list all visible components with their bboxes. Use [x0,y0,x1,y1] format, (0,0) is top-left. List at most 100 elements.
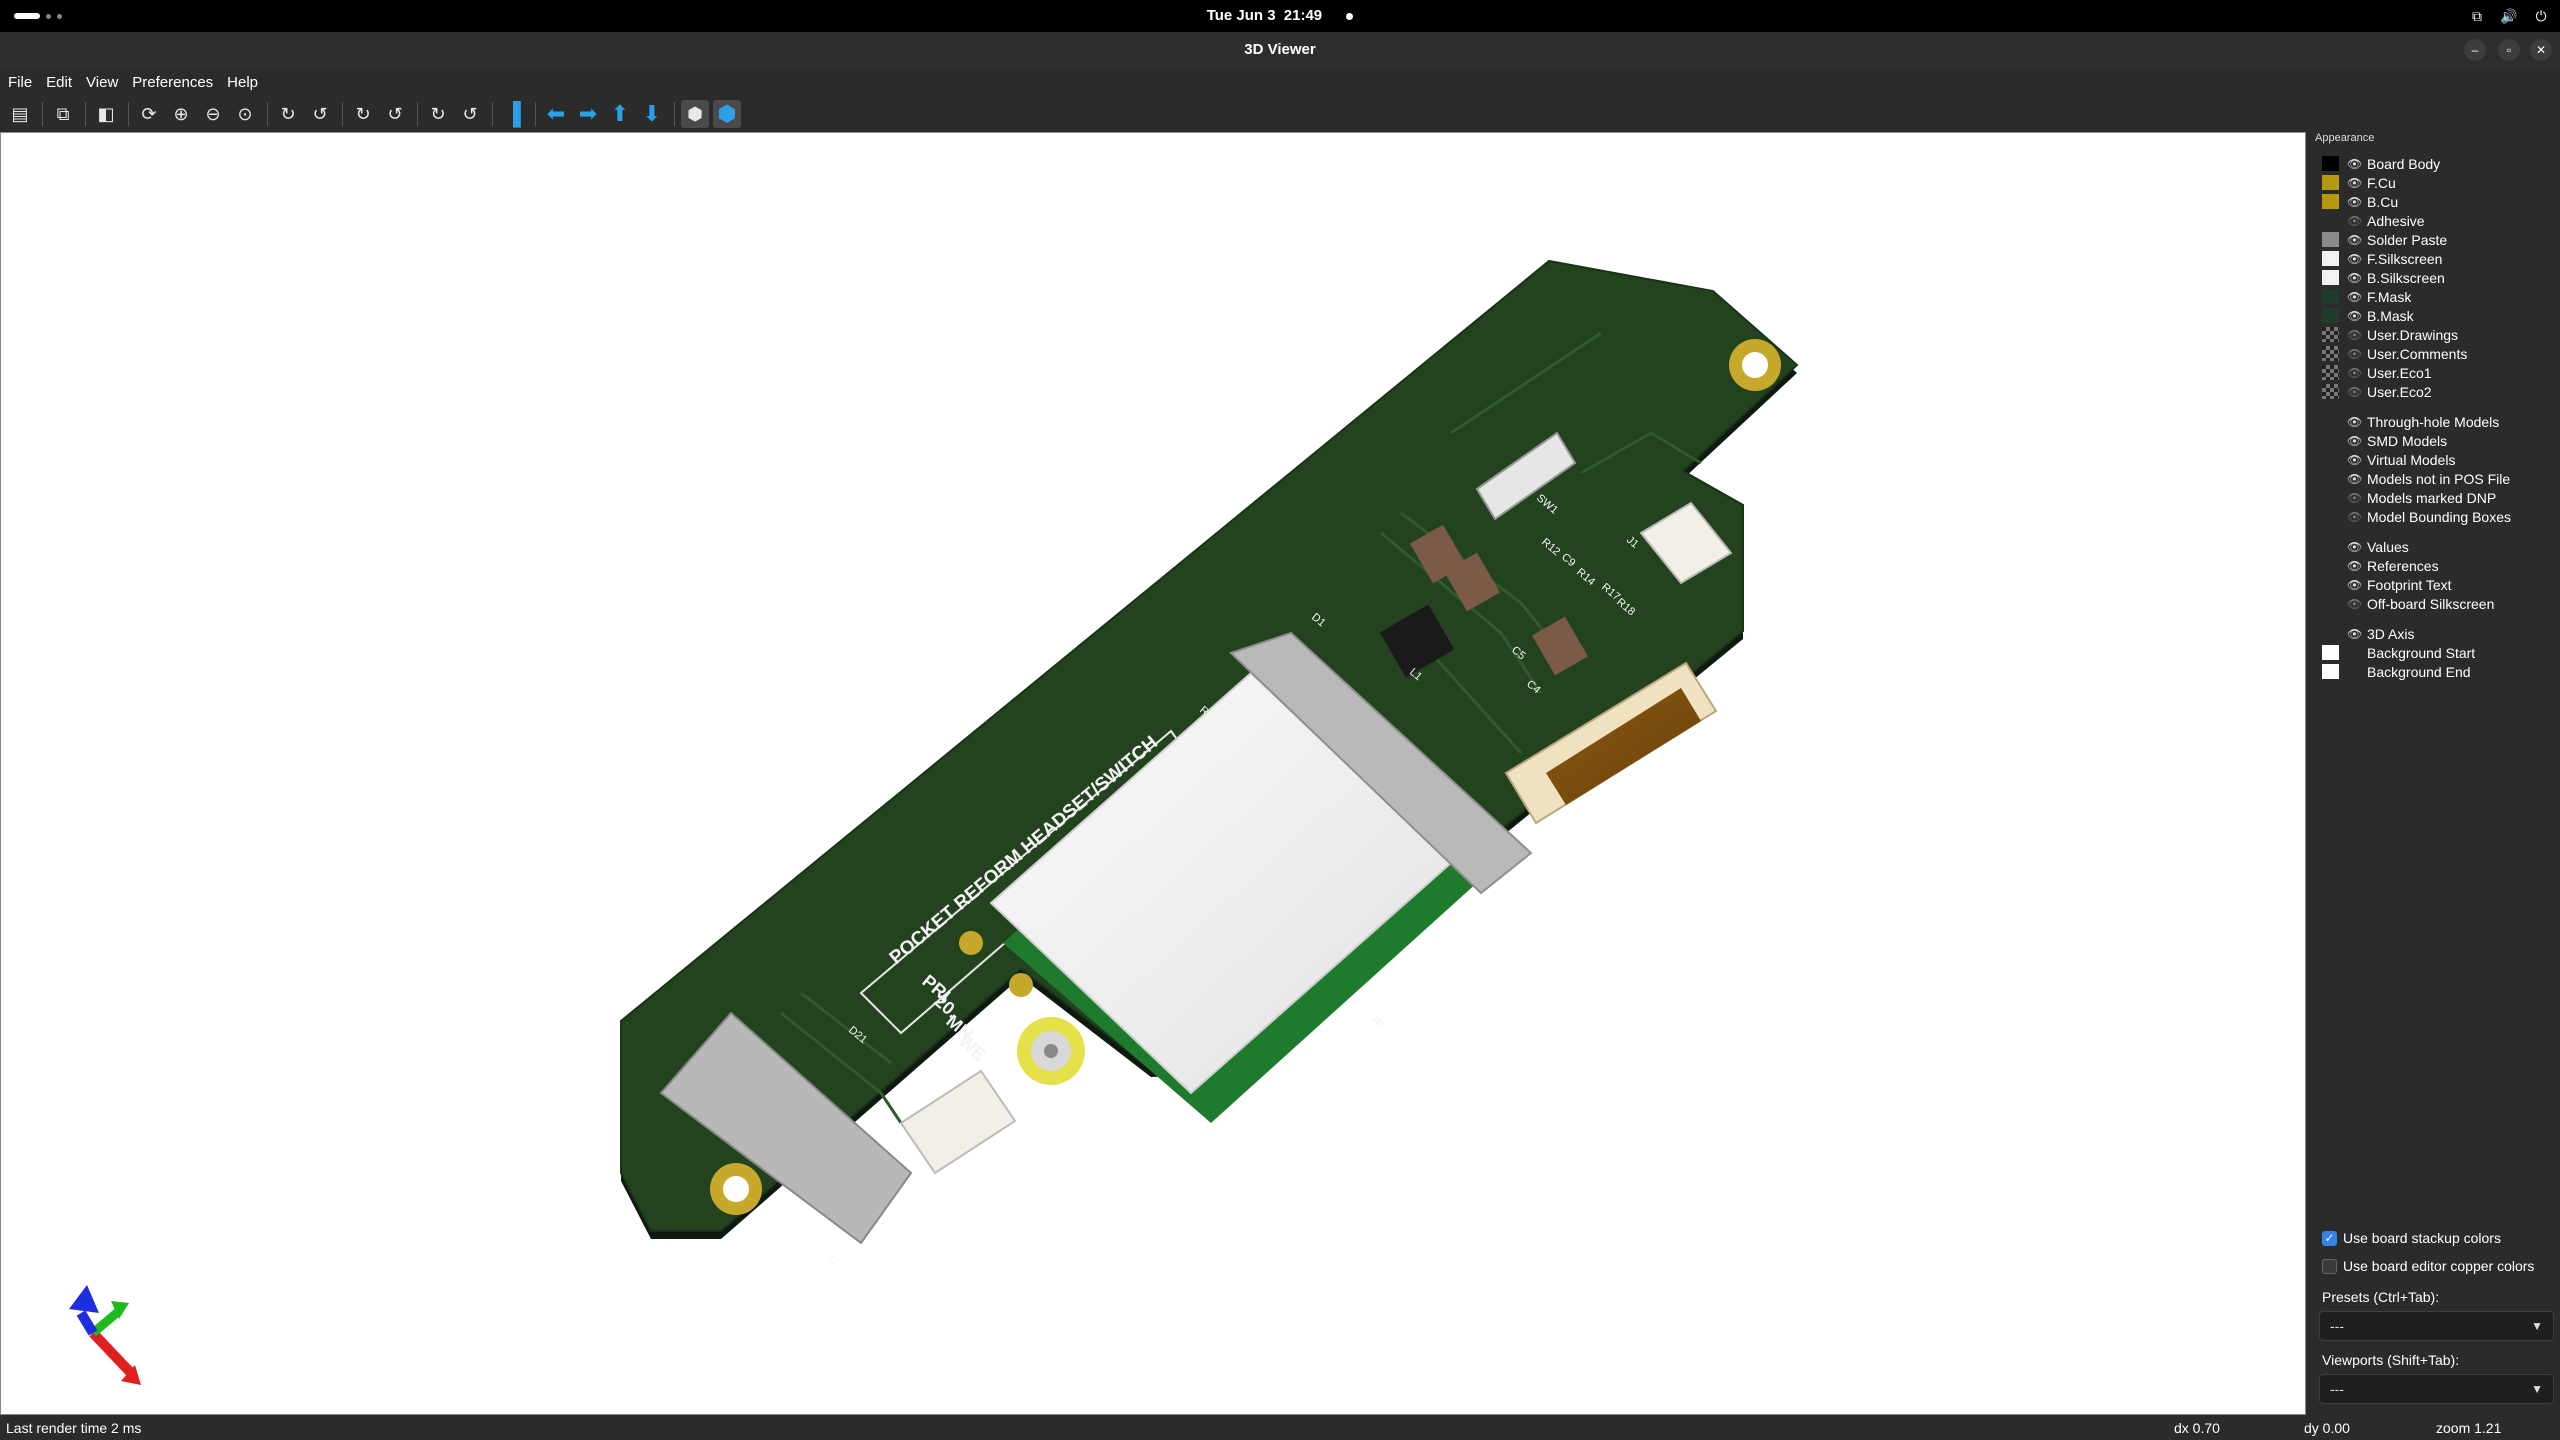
eye-hidden-icon[interactable]: 👁 [2347,214,2362,228]
layer-row[interactable]: 👁 User.Comments [2322,344,2467,363]
eye-hidden-icon[interactable]: 👁 [2347,366,2362,380]
eye-icon[interactable]: 👁 [2347,309,2362,323]
minimize-button[interactable]: – [2464,39,2486,61]
layer-row[interactable]: 👁 F.Cu [2322,173,2396,192]
eye-icon[interactable]: 👁 [2347,453,2362,467]
layer-color-swatch[interactable] [2322,289,2339,304]
eye-hidden-icon[interactable]: 👁 [2347,385,2362,399]
layer-row[interactable]: 👁 B.Mask [2322,306,2414,325]
layer-row[interactable]: 👁 Board Body [2322,154,2440,173]
model-row[interactable]: 👁 Virtual Models [2322,450,2455,469]
use-editor-copper-checkbox[interactable] [2322,1258,2337,1274]
orthographic-icon[interactable]: ⬢ [681,100,709,128]
misc-row[interactable]: 👁 3D Axis [2322,624,2414,643]
rotate-x-ccw-icon[interactable]: ↺ [306,100,334,128]
misc-row[interactable]: Background End [2322,662,2471,681]
use-stackup-colors-checkbox[interactable]: ✓ [2322,1230,2337,1246]
eye-icon[interactable]: 👁 [2347,578,2362,592]
layer-row[interactable]: 👁 F.Mask [2322,287,2411,306]
layer-row[interactable]: 👁 B.Cu [2322,192,2398,211]
eye-icon[interactable]: 👁 [2347,233,2362,247]
rotate-y-cw-icon[interactable]: ↻ [349,100,377,128]
camera-options-icon[interactable]: ◧ [92,100,120,128]
layer-color-swatch[interactable] [2322,327,2339,342]
pan-left-icon[interactable]: ⬅ [542,100,570,128]
menu-view[interactable]: View [86,74,128,91]
rotate-z-ccw-icon[interactable]: ↺ [456,100,484,128]
reload-icon[interactable]: ⟳ [135,100,163,128]
pan-down-icon[interactable]: ⬇ [638,100,666,128]
render-raytraced-icon[interactable]: ▤ [6,100,34,128]
zoom-in-icon[interactable]: ⊕ [167,100,195,128]
layer-color-swatch[interactable] [2322,270,2339,285]
eye-hidden-icon[interactable]: 👁 [2347,347,2362,361]
system-tray[interactable]: ⧉ 🔊 ⏻ [2468,7,2550,25]
eye-hidden-icon[interactable]: 👁 [2347,510,2362,524]
eye-icon[interactable]: 👁 [2347,290,2362,304]
flip-board-icon[interactable]: ▐ [499,100,527,128]
layer-color-swatch[interactable] [2322,384,2339,399]
viewports-dropdown[interactable]: --- ▼ [2319,1374,2554,1404]
menu-edit[interactable]: Edit [46,74,82,91]
pan-right-icon[interactable]: ➡ [574,100,602,128]
eye-icon[interactable]: 👁 [2347,627,2362,641]
text-row[interactable]: 👁 Values [2322,537,2409,556]
text-row[interactable]: 👁 References [2322,556,2439,575]
layer-row[interactable]: 👁 Adhesive [2322,211,2425,230]
eye-icon[interactable]: 👁 [2347,415,2362,429]
eye-icon[interactable]: 👁 [2347,559,2362,573]
model-row[interactable]: 👁 Models not in POS File [2322,469,2510,488]
menu-help[interactable]: Help [227,74,268,91]
layer-row[interactable]: 👁 User.Drawings [2322,325,2458,344]
3d-viewport[interactable]: POCKET REFORM HEADSET/SWITCH PRI 20. MN … [0,132,2306,1415]
rotate-z-cw-icon[interactable]: ↻ [424,100,452,128]
text-row[interactable]: 👁 Footprint Text [2322,575,2452,594]
menu-preferences[interactable]: Preferences [132,74,223,91]
layer-color-swatch[interactable] [2322,156,2339,171]
volume-icon[interactable]: 🔊 [2500,7,2518,25]
model-row[interactable]: 👁 Models marked DNP [2322,488,2496,507]
maximize-button[interactable]: ▫ [2498,39,2520,61]
layer-row[interactable]: 👁 User.Eco1 [2322,363,2432,382]
network-icon[interactable]: ⧉ [2468,7,2486,25]
eye-hidden-icon[interactable]: 👁 [2347,597,2362,611]
layers-manager-icon[interactable]: ⬢ [713,100,741,128]
eye-icon[interactable]: 👁 [2347,176,2362,190]
use-stackup-colors-option[interactable]: ✓ Use board stackup colors [2322,1227,2501,1249]
model-row[interactable]: 👁 Model Bounding Boxes [2322,507,2511,526]
layer-color-swatch[interactable] [2322,251,2339,266]
presets-dropdown[interactable]: --- ▼ [2319,1311,2554,1341]
layer-color-swatch[interactable] [2322,175,2339,190]
eye-icon[interactable]: 👁 [2347,157,2362,171]
layer-color-swatch[interactable] [2322,346,2339,361]
zoom-out-icon[interactable]: ⊖ [199,100,227,128]
menu-file[interactable]: File [8,74,42,91]
pan-up-icon[interactable]: ⬆ [606,100,634,128]
eye-hidden-icon[interactable]: 👁 [2347,491,2362,505]
layer-color-swatch[interactable] [2322,213,2339,228]
eye-hidden-icon[interactable]: 👁 [2347,328,2362,342]
power-icon[interactable]: ⏻ [2532,7,2550,25]
text-row[interactable]: 👁 Off-board Silkscreen [2322,594,2494,613]
layer-row[interactable]: 👁 Solder Paste [2322,230,2447,249]
eye-icon[interactable]: 👁 [2347,540,2362,554]
rotate-x-cw-icon[interactable]: ↻ [274,100,302,128]
use-editor-copper-option[interactable]: Use board editor copper colors [2322,1255,2534,1277]
layer-color-swatch[interactable] [2322,308,2339,323]
close-button[interactable]: ✕ [2530,39,2552,61]
eye-icon[interactable]: 👁 [2347,472,2362,486]
zoom-fit-icon[interactable]: ⊙ [231,100,259,128]
layer-color-swatch[interactable] [2322,232,2339,247]
layer-color-swatch[interactable] [2322,365,2339,380]
layer-color-swatch[interactable] [2322,645,2339,660]
eye-icon[interactable]: 👁 [2347,252,2362,266]
misc-row[interactable]: Background Start [2322,643,2475,662]
layer-color-swatch[interactable] [2322,194,2339,209]
layer-row[interactable]: 👁 User.Eco2 [2322,382,2432,401]
model-row[interactable]: 👁 Through-hole Models [2322,412,2499,431]
layer-color-swatch[interactable] [2322,664,2339,679]
copy-image-icon[interactable]: ⧉ [49,100,77,128]
rotate-y-ccw-icon[interactable]: ↺ [381,100,409,128]
layer-row[interactable]: 👁 F.Silkscreen [2322,249,2442,268]
eye-icon[interactable]: 👁 [2347,434,2362,448]
